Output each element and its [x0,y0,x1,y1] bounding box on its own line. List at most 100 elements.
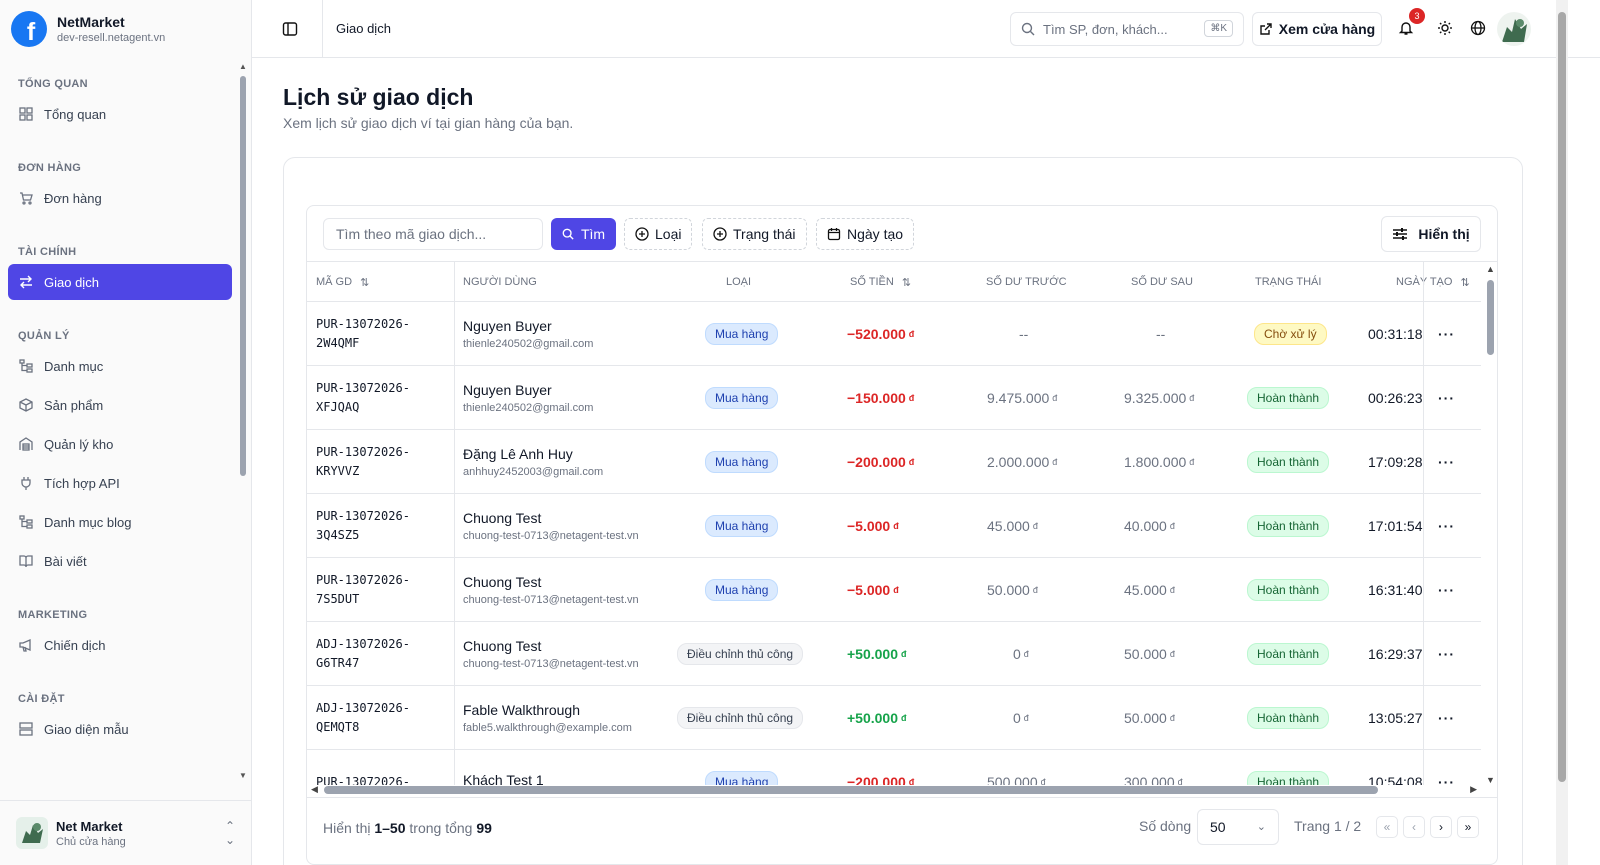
row-actions-button[interactable]: ··· [1438,686,1455,750]
sidebar-item[interactable]: Danh mục [8,348,232,384]
column-header-code[interactable]: MÃ GD ⇅ [316,262,369,302]
row-actions-button[interactable]: ··· [1438,302,1455,366]
table-row[interactable]: PUR-13072026- 3Q4SZ5 Chuong Test chuong-te… [307,494,1481,558]
table-horizontal-scrollbar[interactable]: ◀ ▶ [307,781,1481,797]
row-actions-button[interactable]: ··· [1438,750,1455,785]
table-row[interactable]: PUR-13072026- XFJQAQ Nguyen Buyer thienle2… [307,366,1481,430]
notification-button[interactable]: 3 [1395,8,1425,39]
user-switcher[interactable]: Net Market Chủ cửa hàng ⌃ ⌄ [0,800,251,865]
nav-section: ĐƠN HÀNG Đơn hàng [0,144,240,216]
row-actions-button[interactable]: ··· [1438,558,1455,622]
table-row[interactable]: PUR-13072026- 2W4QMF Nguyen Buyer thienle2… [307,302,1481,366]
cart-icon [18,190,34,206]
amount: −200.000 đ [847,454,915,470]
sidebar-scrollbar[interactable]: ▲ ▼ [238,62,248,780]
user-name: Nguyen Buyer [463,318,552,334]
nav-section-heading: ĐƠN HÀNG [18,162,82,174]
balance-before: 2.000.000 đ [987,454,1058,470]
table-row[interactable]: ADJ-13072026- QEMQT8 Fable Walkthrough fab… [307,686,1481,750]
row-actions-button[interactable]: ··· [1438,494,1455,558]
nav-section: TÀI CHÍNH Giao dịch [0,228,240,300]
sidebar-item-label: Bài viết [44,553,87,569]
language-button[interactable] [1467,17,1489,39]
transaction-icon [18,274,34,290]
nav-section-heading: TỔNG QUAN [18,78,88,90]
next-page-button[interactable]: › [1430,816,1452,838]
created-time: 00:31:18 [1368,326,1423,342]
sidebar-item[interactable]: Giao diện mẫu [8,711,232,747]
nav-section-heading: CÀI ĐẶT [18,693,65,705]
column-header-user: NGƯỜI DÙNG [463,276,537,288]
last-page-button[interactable]: » [1457,816,1479,838]
sidebar-item[interactable]: Đơn hàng [8,180,232,216]
plus-circle-icon [713,227,727,241]
sidebar-item-label: Giao dịch [44,274,99,290]
balance-before: -- [1019,326,1029,342]
row-actions-button[interactable]: ··· [1438,366,1455,430]
column-header-date[interactable]: NGÀY TẠO ⇅ [1396,262,1470,302]
table-row[interactable]: ADJ-13072026- G6TR47 Chuong Test chuong-te… [307,622,1481,686]
rows-per-page-select[interactable]: 50 ⌄ [1197,809,1279,845]
search-placeholder: Tìm SP, đơn, khách... [1043,21,1168,37]
sidebar-item[interactable]: Giao dịch [8,264,232,300]
transactions-table: Tìm theo mã giao dịch... Tìm Loại Trạng … [306,205,1498,865]
sidebar: f NetMarket dev-resell.netagent.vn TỔNG … [0,0,252,865]
user-cell: Chuong Test chuong-test-0713@netagent-tes… [463,494,639,558]
column-header-balance-after: SỐ DƯ SAU [1131,276,1193,288]
amount: −5.000 đ [847,518,899,534]
filter-status-button[interactable]: Trạng thái [702,218,807,250]
row-actions-button[interactable]: ··· [1438,430,1455,494]
sidebar-item-label: Sản phẩm [44,397,104,413]
balance-after: 300.000 đ [1124,774,1183,785]
table-row[interactable]: PUR-13072026- KRYVVZ Đặng Lê Anh Huy anhhu… [307,430,1481,494]
sidebar-item[interactable]: Quản lý kho [8,426,232,462]
sidebar-item[interactable]: Danh mục blog [8,504,232,540]
amount: +50.000 đ [847,646,907,662]
sidebar-item[interactable]: Sản phẩm [8,387,232,423]
first-page-button[interactable]: « [1376,816,1398,838]
table-row[interactable]: PUR-13072026- Khách Test 1 Mua hàng −200… [307,750,1481,785]
status-badge: Hoàn thành [1247,430,1330,494]
sidebar-item[interactable]: Bài viết [8,543,232,579]
search-icon [562,228,574,240]
sidebar-toggle-button[interactable] [274,13,306,45]
find-button[interactable]: Tìm [551,218,616,250]
rows-per-page-label: Số dòng [1139,818,1192,834]
global-search-input[interactable]: Tìm SP, đơn, khách... ⌘K [1010,12,1244,46]
sliders-icon [1393,228,1408,240]
user-cell: Nguyen Buyer thienle240502@gmail.com [463,302,593,366]
tree-icon [18,358,34,374]
column-header-amount[interactable]: SỐ TIỀN ⇅ [850,262,911,302]
view-store-button[interactable]: Xem cửa hàng [1252,12,1382,46]
user-email: chuong-test-0713@netagent-test.vn [463,594,639,606]
balance-before: 45.000 đ [987,518,1038,534]
user-email: chuong-test-0713@netagent-test.vn [463,530,639,542]
facebook-logo-icon: f [11,11,47,47]
transaction-search-input[interactable]: Tìm theo mã giao dịch... [323,218,543,250]
brand[interactable]: f NetMarket dev-resell.netagent.vn [0,0,251,58]
table-vertical-scrollbar[interactable]: ▲ ▼ [1483,262,1497,785]
type-badge: Mua hàng [705,494,779,558]
balance-before: 0đ [1013,646,1029,662]
prev-page-button[interactable]: ‹ [1403,816,1425,838]
user-email: thienle240502@gmail.com [463,338,594,350]
theme-toggle-button[interactable] [1434,17,1456,39]
row-actions-button[interactable]: ··· [1438,622,1455,686]
table-row[interactable]: PUR-13072026- 7S5DUT Chuong Test chuong-te… [307,558,1481,622]
sidebar-item[interactable]: Tích hợp API [8,465,232,501]
user-name: Chuong Test [463,574,542,590]
nav-section-heading: QUẢN LÝ [18,330,70,342]
created-time: 17:09:28 [1368,454,1423,470]
user-name: Nguyen Buyer [463,382,552,398]
table-body: PUR-13072026- 2W4QMF Nguyen Buyer thienle2… [307,302,1481,785]
filter-type-button[interactable]: Loại [624,218,693,250]
page-scrollbar[interactable] [1556,0,1568,865]
display-options-button[interactable]: Hiển thị [1381,216,1481,252]
sidebar-item[interactable]: Tổng quan [8,96,232,132]
type-badge: Mua hàng [705,750,779,785]
sidebar-item[interactable]: Chiến dịch [8,627,232,663]
amount: −520.000 đ [847,326,915,342]
filter-date-button[interactable]: Ngày tạo [816,218,915,250]
header-avatar[interactable] [1497,12,1531,46]
calendar-icon [827,228,841,241]
